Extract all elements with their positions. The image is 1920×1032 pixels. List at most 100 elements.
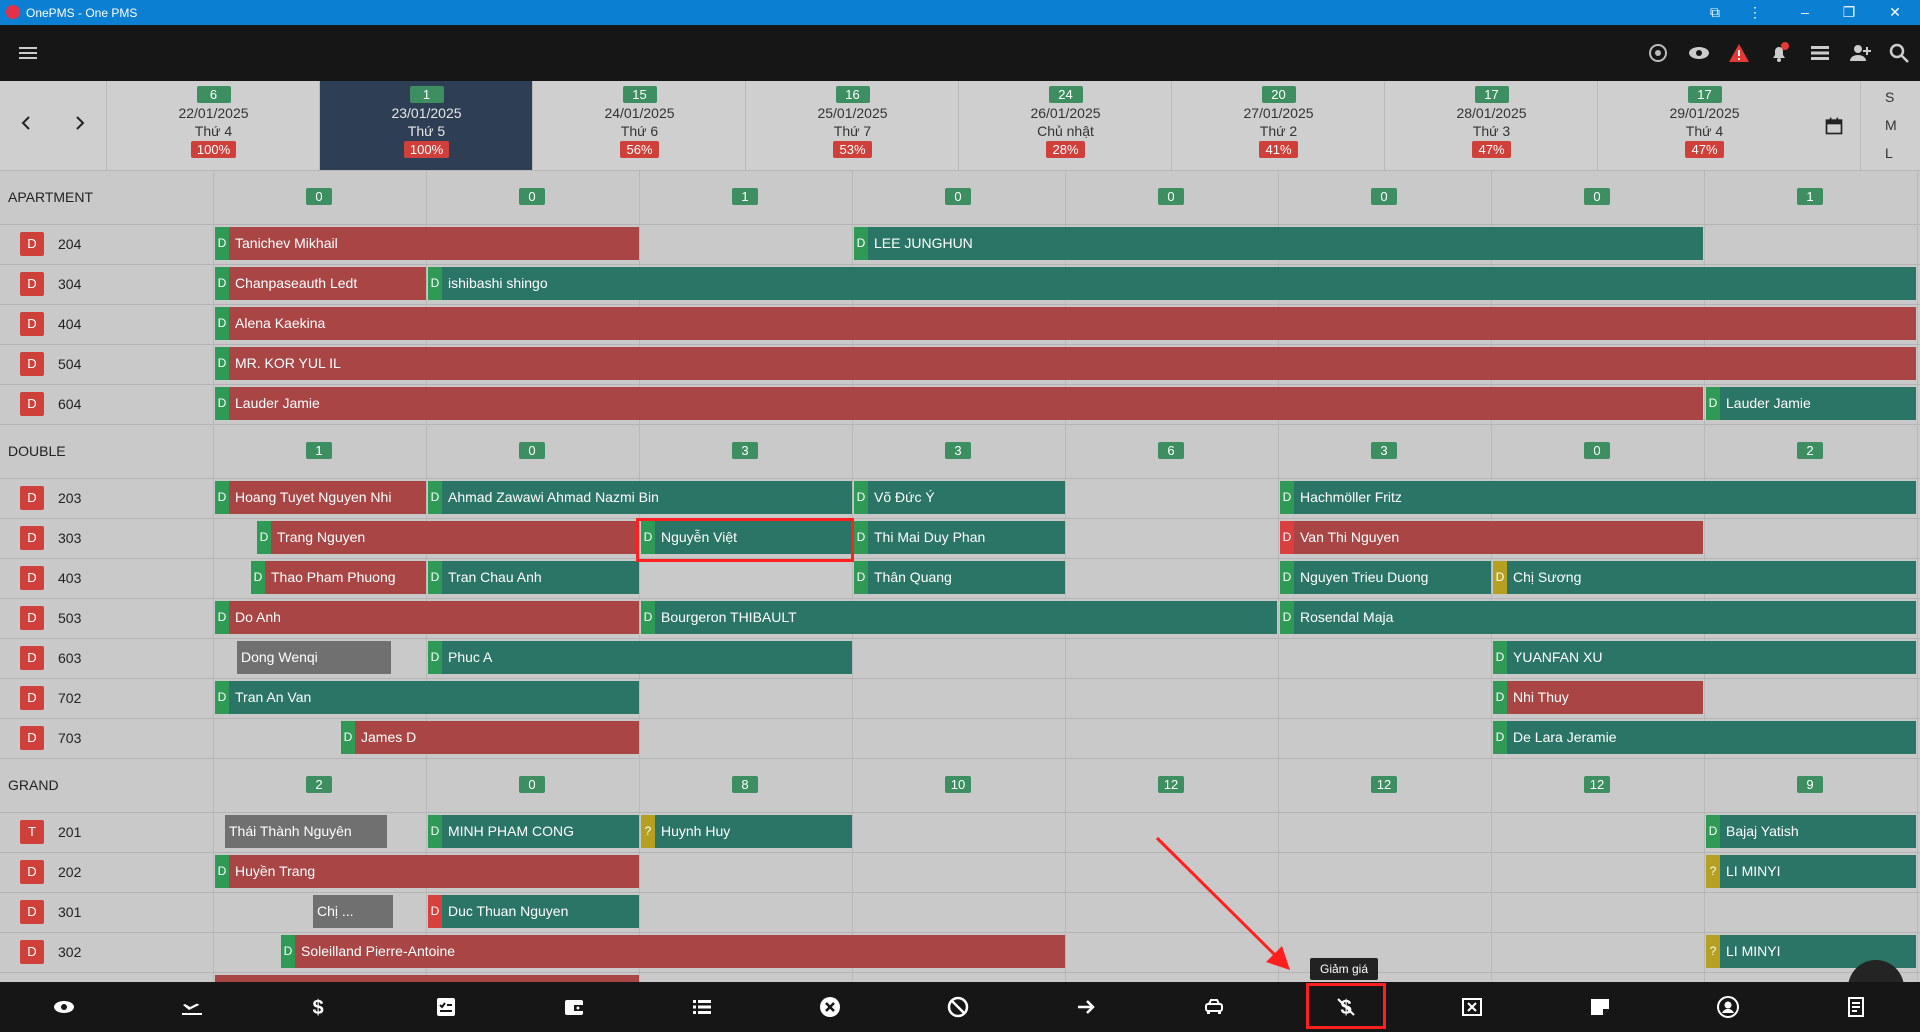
booking-bar[interactable]: D MINH PHAM CONG [428,815,639,848]
menu-icon[interactable] [16,41,40,65]
list-icon[interactable] [690,995,714,1019]
booking-bar[interactable]: ? Huynh Huy [641,815,852,848]
list-view-icon[interactable] [1808,41,1832,65]
booking-bar[interactable]: D Thao Pham Phuong [251,561,426,594]
booking-bar[interactable]: D Alena Kaekina [215,307,1916,340]
view-icon[interactable] [52,995,76,1019]
group-label: GRAND [8,777,59,793]
occupancy-badge: 41% [1259,141,1298,158]
cancel-circle-icon[interactable] [818,995,842,1019]
notification-bell-icon[interactable] [1767,41,1791,65]
room-number: 304 [58,276,82,292]
date-column[interactable]: 17 28/01/2025 Thứ 3 47% [1384,81,1598,170]
availability-count: 0 [1584,188,1610,205]
date-column[interactable]: 1 23/01/2025 Thứ 5 100% [319,81,533,170]
booking-bar[interactable]: Dishibashi shingo [428,267,1916,300]
eye-icon[interactable] [1687,41,1711,65]
booking-bar[interactable]: D Bajaj Yatish [1706,815,1916,848]
next-week-icon[interactable] [68,111,92,135]
booking-bar[interactable]: Thái Thành Nguyên [225,815,387,848]
booking-bar[interactable]: D Chanpaseauth Ledt [215,267,426,300]
availability-count: 2 [306,776,332,793]
booking-bar[interactable]: ? LI MINYI [1706,855,1916,888]
booking-bar[interactable]: D Lauder Jamie [215,387,1703,420]
minimize-button[interactable]: – [1794,3,1816,22]
room-type-badge: D [20,526,44,550]
top-toolbar [0,25,1920,81]
date-column[interactable]: 16 25/01/2025 Thứ 7 53% [745,81,959,170]
date-count-badge: 17 [1687,86,1722,103]
booking-bar[interactable]: D YUANFAN XU [1493,641,1916,674]
prev-week-icon[interactable] [14,111,38,135]
booking-status-tag: D [428,481,442,514]
booking-bar[interactable]: D Tanichev Mikhail [215,227,639,260]
arrow-right-icon[interactable] [1074,995,1098,1019]
booking-bar[interactable]: D Bourgeron THIBAULT [641,601,1277,634]
booking-bar[interactable]: D Phuc A [428,641,852,674]
globe-icon[interactable] [1646,41,1670,65]
booking-bar[interactable]: D Võ Đức Ý [854,481,1065,514]
close-box-icon[interactable] [1460,995,1484,1019]
note-icon[interactable] [1588,995,1612,1019]
guest-name: Bajaj Yatish [1726,823,1799,839]
date-column[interactable]: 15 24/01/2025 Thứ 6 56% [532,81,746,170]
size-option-s[interactable]: S [1885,89,1894,105]
no-show-icon[interactable] [946,995,970,1019]
room-number: 404 [58,316,82,332]
booking-bar[interactable]: D James D [341,721,639,754]
size-option-m[interactable]: M [1885,117,1897,133]
booking-bar[interactable]: D Soleilland Pierre-Antoine [281,935,1065,968]
booking-bar[interactable]: D Hachmöller Fritz [1280,481,1916,514]
booking-bar[interactable]: D Rosendal Maja [1280,601,1916,634]
booking-bar[interactable]: D Van Thi Nguyen [1280,521,1703,554]
booking-bar[interactable]: D Lauder Jamie [1706,387,1916,420]
booking-bar[interactable]: D Thi Mai Duy Phan [854,521,1065,554]
size-option-l[interactable]: L [1885,145,1893,161]
availability-count: 0 [519,776,545,793]
room-type-badge: D [20,900,44,924]
add-user-icon[interactable] [1848,41,1872,65]
booking-bar[interactable]: Chị ... [313,895,393,928]
guest-name: Nhi Thuy [1513,689,1569,705]
booking-bar[interactable]: D Huyền Trang [215,855,639,888]
check-out-flight-icon[interactable] [180,995,204,1019]
room-type-badge: D [20,860,44,884]
more-vertical-icon[interactable]: ⋮ [1744,3,1766,22]
booking-bar[interactable]: D Do Anh [215,601,639,634]
booking-bar[interactable] [215,975,639,982]
weekday-label: Chủ nhật [1037,123,1094,139]
app-logo-icon [6,5,20,19]
booking-bar[interactable]: Dong Wenqi [237,641,391,674]
calendar-icon[interactable] [1824,116,1844,136]
booking-bar[interactable]: D Tran An Van [215,681,639,714]
extension-icon[interactable]: ⧉ [1704,3,1726,22]
booking-bar[interactable]: D Ahmad Zawawi Ahmad Nazmi Bin [428,481,852,514]
booking-bar[interactable]: D Nguyen Trieu Duong [1280,561,1491,594]
warning-icon[interactable] [1727,41,1751,65]
booking-bar[interactable]: D De Lara Jeramie [1493,721,1916,754]
booking-bar[interactable]: D Thân Quang [854,561,1065,594]
booking-bar[interactable]: D Nhi Thuy [1493,681,1703,714]
checklist-icon[interactable] [434,995,458,1019]
booking-bar[interactable]: D Duc Thuan Nguyen [428,895,639,928]
wallet-icon[interactable] [562,995,586,1019]
weekday-label: Thứ 4 [194,123,233,139]
guest-profile-icon[interactable] [1716,995,1740,1019]
date-column[interactable]: 17 29/01/2025 Thứ 4 47% [1597,81,1811,170]
car-icon[interactable] [1202,995,1226,1019]
search-icon[interactable] [1887,41,1911,65]
close-window-button[interactable]: ✕ [1884,3,1906,22]
date-column[interactable]: 24 26/01/2025 Chủ nhật 28% [958,81,1172,170]
booking-bar[interactable]: D MR. KOR YUL IL [215,347,1916,380]
date-column[interactable]: 20 27/01/2025 Thứ 2 41% [1171,81,1385,170]
booking-bar[interactable]: D Trang Nguyen [257,521,639,554]
booking-bar[interactable]: D Tran Chau Anh [428,561,639,594]
booking-bar[interactable]: D Chị Sương [1493,561,1916,594]
room-type-badge: D [20,566,44,590]
restore-button[interactable]: ❐ [1838,3,1860,22]
date-column[interactable]: 6 22/01/2025 Thứ 4 100% [106,81,320,170]
invoice-icon[interactable] [1844,995,1868,1019]
payment-dollar-icon[interactable]: $ [306,995,330,1019]
booking-bar[interactable]: D LEE JUNGHUN [854,227,1703,260]
booking-bar[interactable]: D Hoang Tuyet Nguyen Nhi [215,481,426,514]
